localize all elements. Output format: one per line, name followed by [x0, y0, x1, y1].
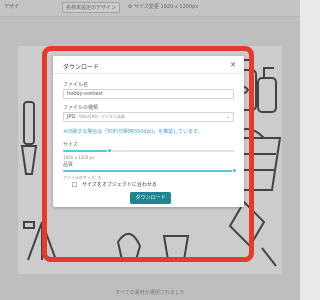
quality-slider-fill: [63, 170, 234, 172]
chevron-down-icon: ⌄: [225, 114, 230, 120]
filename-input[interactable]: hobby-contest: [63, 89, 234, 99]
size-slider-fill: [63, 150, 110, 152]
size-slider-thumb[interactable]: [106, 148, 112, 153]
size-label: サイズ: [63, 142, 78, 148]
dialog-divider: [53, 73, 244, 74]
size-slider[interactable]: [63, 148, 234, 153]
filetype-value: JPG: [67, 114, 76, 120]
quality-slider-thumb[interactable]: [231, 168, 237, 173]
filetype-select[interactable]: JPG Web/SNS・デジタル画像 ⌄: [63, 112, 234, 122]
close-icon[interactable]: ✕: [230, 61, 236, 69]
quality-label: 品質: [63, 162, 74, 168]
filetype-label: ファイルの種類: [63, 105, 99, 111]
print-recommendation-note: ※印刷する場合は「PDF(印刷用350dpi)」を推奨しています。: [63, 129, 203, 135]
dialog-title: ダウンロード: [63, 64, 100, 71]
size-readout: 1920 x 1200 px: [63, 155, 95, 160]
selection-hint: すべての素材が選択されました: [115, 290, 185, 296]
download-dialog: ダウンロード ✕ ファイル名 hobby-contest ファイルの種類 JPG…: [53, 56, 244, 207]
filename-label: ファイル名: [63, 82, 89, 88]
fit-object-checkbox[interactable]: [72, 182, 77, 187]
filetype-sub: Web/SNS・デジタル画像: [78, 114, 126, 119]
quality-slider[interactable]: [63, 168, 237, 173]
download-button[interactable]: ダウンロード: [130, 192, 171, 204]
fit-object-label: サイズをオブジェクトに合わせる: [82, 182, 157, 188]
